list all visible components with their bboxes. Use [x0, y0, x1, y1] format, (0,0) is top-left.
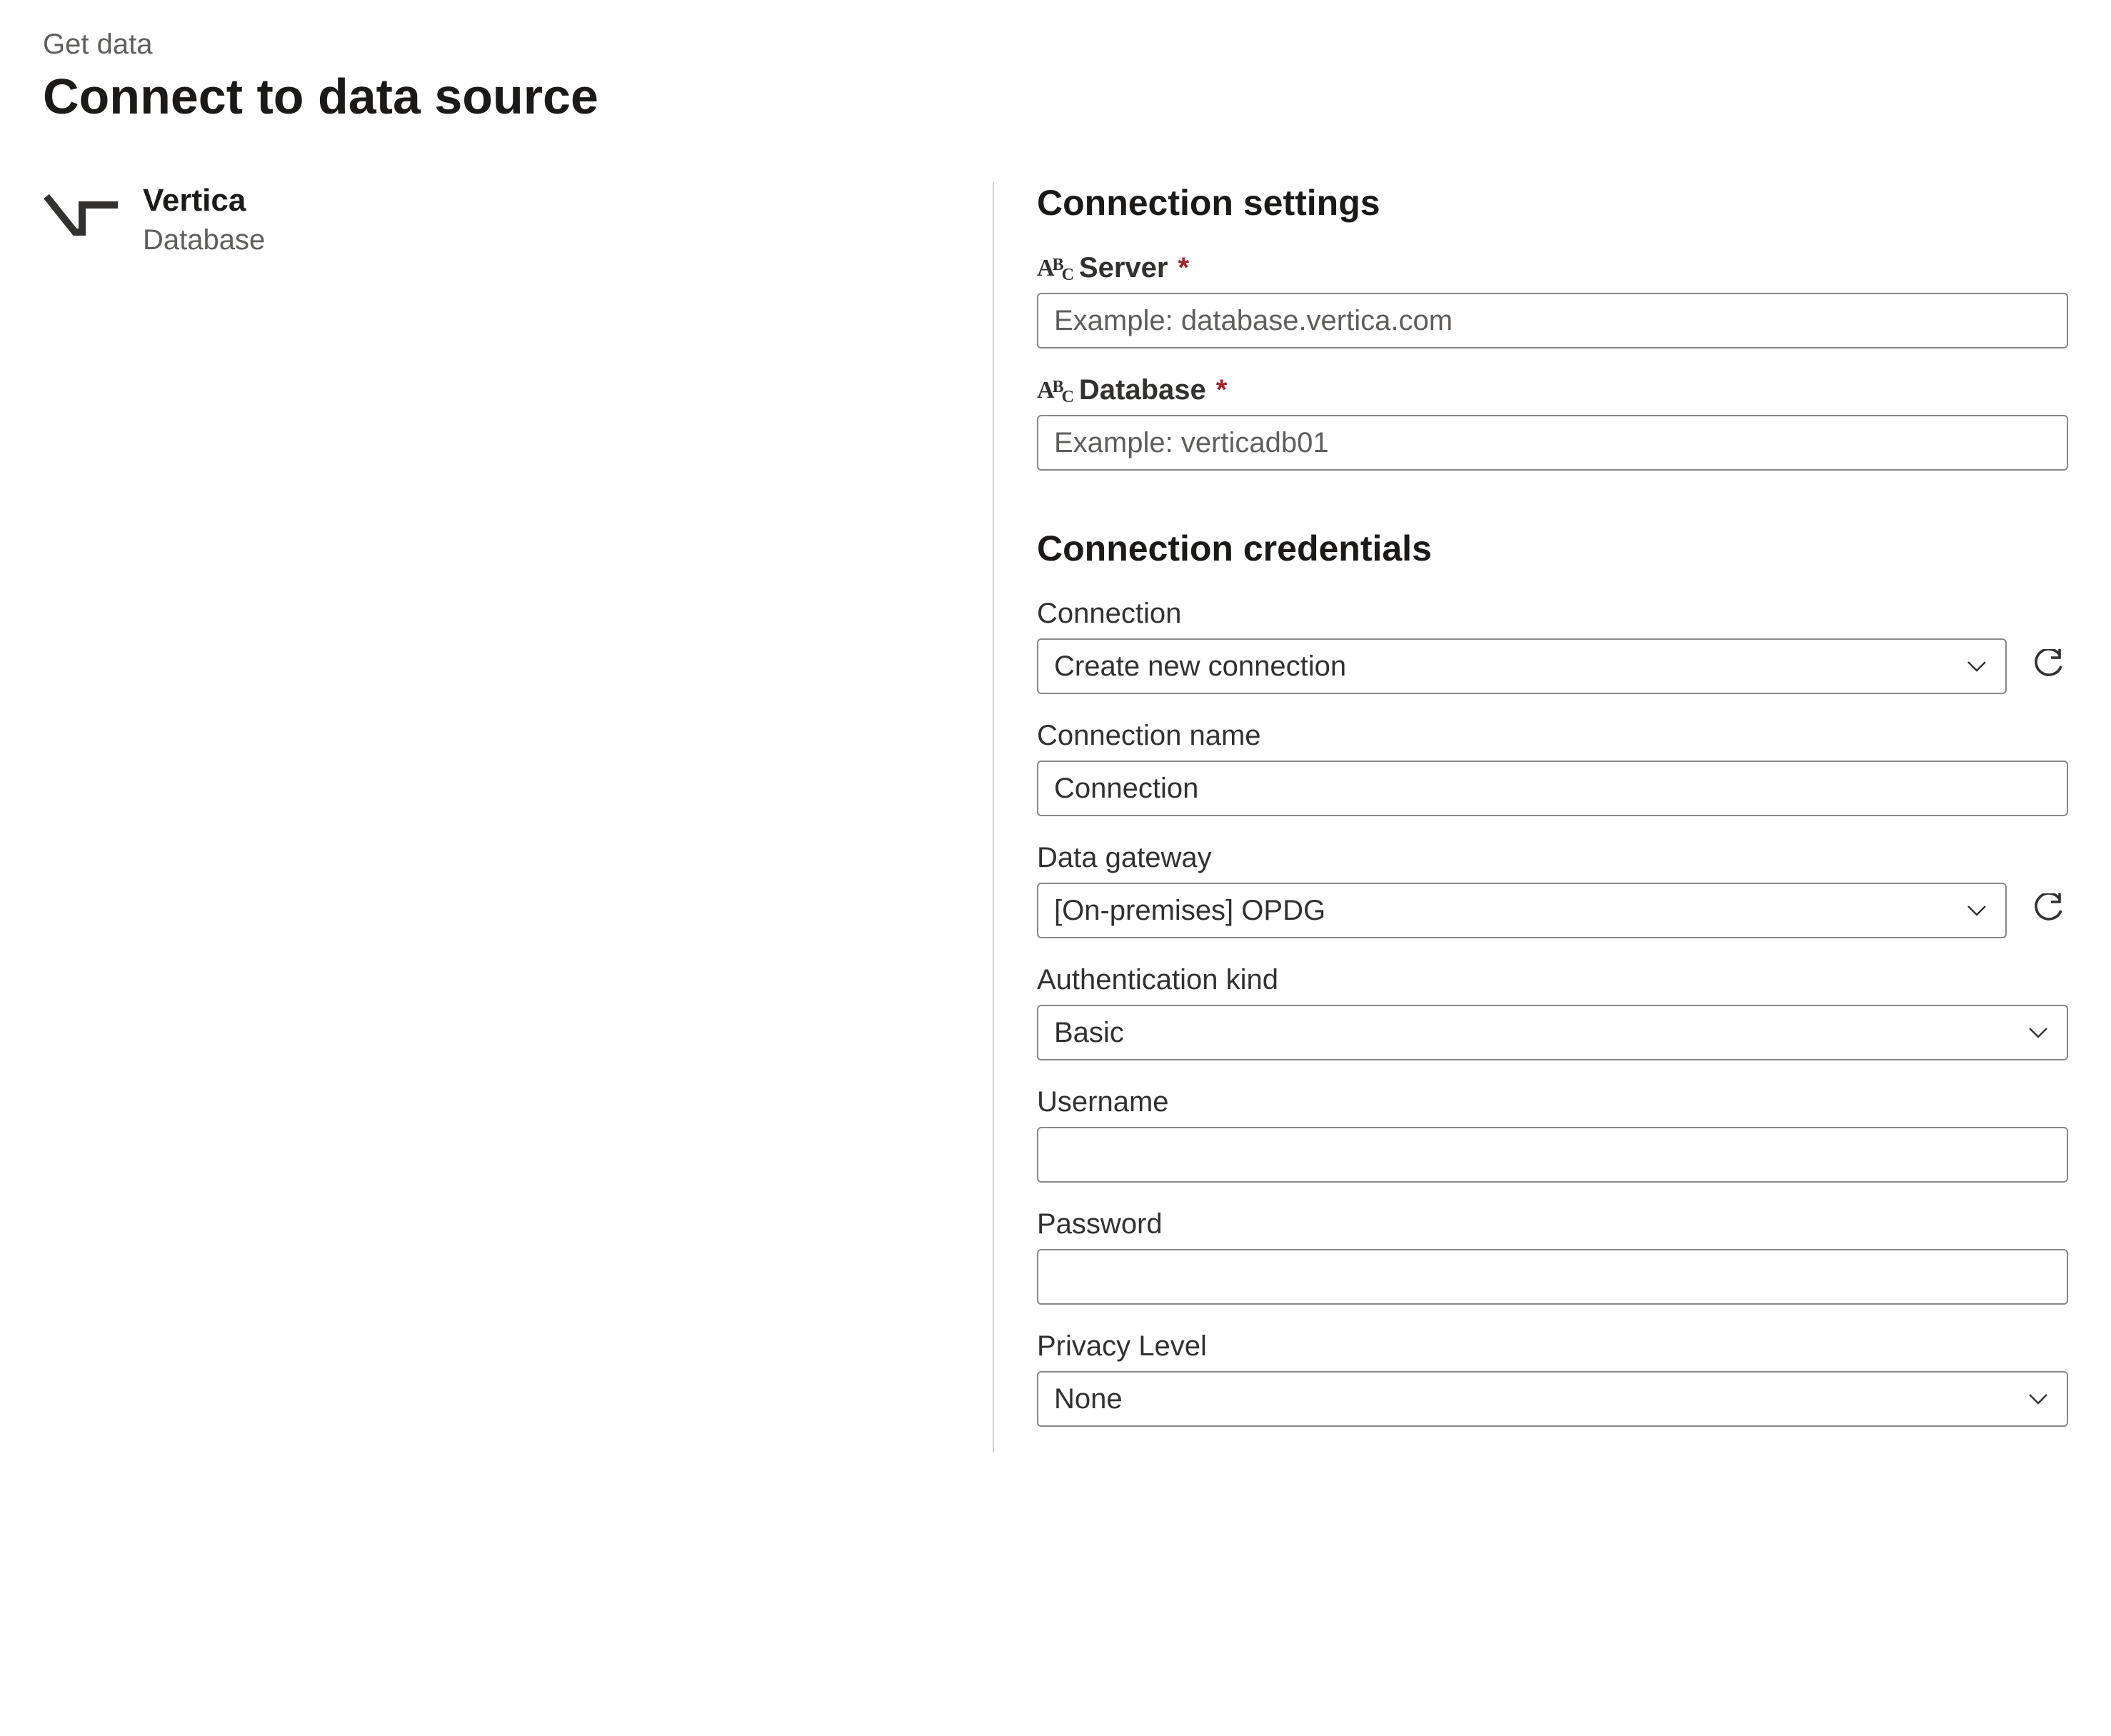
connection-refresh-button[interactable]	[2028, 646, 2068, 686]
privacy-label: Privacy Level	[1037, 1330, 2068, 1363]
source-summary: Vertica Database	[43, 182, 964, 256]
chevron-down-icon	[2025, 1020, 2051, 1045]
database-input[interactable]	[1037, 415, 2068, 471]
credentials-heading: Connection credentials	[1037, 528, 2068, 569]
gateway-select[interactable]: [On-premises] OPDG	[1037, 883, 2007, 938]
refresh-icon	[2031, 893, 2065, 928]
auth-kind-select[interactable]: Basic	[1037, 1005, 2068, 1060]
breadcrumb: Get data	[43, 29, 2068, 61]
auth-kind-label: Authentication kind	[1037, 964, 2068, 996]
privacy-select[interactable]: None	[1037, 1371, 2068, 1427]
chevron-down-icon	[1964, 898, 1990, 923]
connection-name-label: Connection name	[1037, 720, 2068, 752]
settings-heading: Connection settings	[1037, 182, 2068, 224]
required-indicator: *	[1178, 252, 1189, 284]
vertica-icon	[43, 182, 121, 246]
connection-value: Create new connection	[1054, 651, 1964, 683]
text-type-icon: ABC	[1037, 256, 1072, 281]
source-name: Vertica	[143, 182, 265, 220]
server-input[interactable]	[1037, 293, 2068, 348]
page-title: Connect to data source	[43, 68, 2068, 125]
refresh-icon	[2031, 649, 2065, 683]
server-label-text: Server	[1079, 252, 1168, 284]
database-label-text: Database	[1079, 374, 1206, 406]
connection-select[interactable]: Create new connection	[1037, 638, 2007, 694]
gateway-label: Data gateway	[1037, 842, 2068, 874]
chevron-down-icon	[1964, 653, 1990, 679]
gateway-value: [On-premises] OPDG	[1054, 895, 1964, 927]
connection-label: Connection	[1037, 598, 2068, 630]
database-label: ABC Database *	[1037, 374, 2068, 406]
gateway-refresh-button[interactable]	[2028, 890, 2068, 930]
text-type-icon: ABC	[1037, 378, 1072, 403]
password-label: Password	[1037, 1208, 2068, 1240]
chevron-down-icon	[2025, 1386, 2051, 1412]
server-label: ABC Server *	[1037, 252, 2068, 284]
auth-kind-value: Basic	[1054, 1017, 2025, 1049]
required-indicator: *	[1216, 374, 1228, 406]
password-input[interactable]	[1037, 1249, 2068, 1305]
privacy-value: None	[1054, 1383, 2025, 1415]
source-kind: Database	[143, 224, 265, 256]
connection-name-input[interactable]	[1037, 761, 2068, 816]
username-input[interactable]	[1037, 1127, 2068, 1183]
username-label: Username	[1037, 1086, 2068, 1118]
